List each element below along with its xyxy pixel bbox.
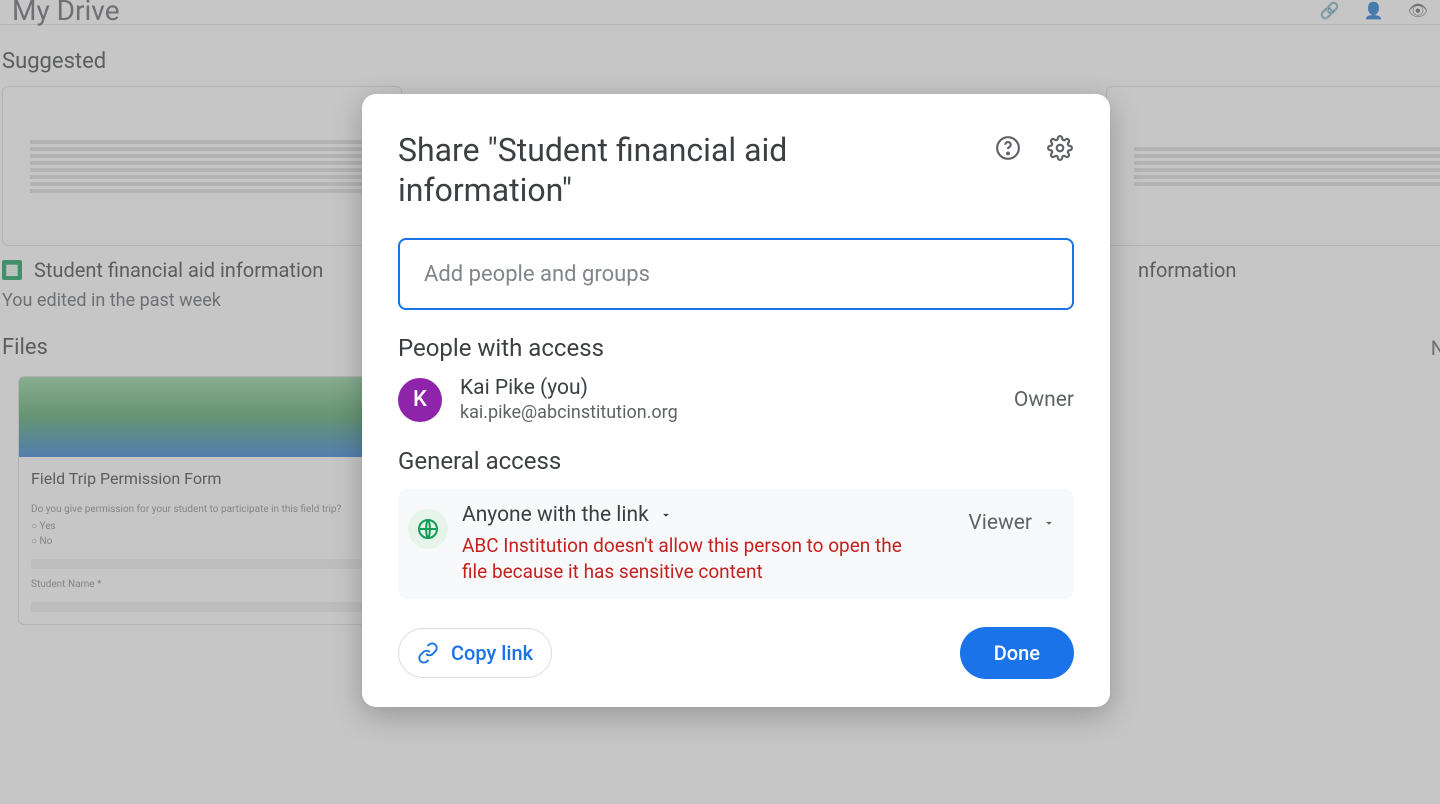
- chevron-down-icon: [1042, 516, 1056, 530]
- copy-link-button[interactable]: Copy link: [398, 628, 552, 678]
- help-icon[interactable]: [994, 134, 1022, 162]
- person-email: kai.pike@abcinstitution.org: [460, 402, 1014, 423]
- access-scope-dropdown[interactable]: Anyone with the link: [462, 503, 968, 527]
- link-icon: [417, 642, 439, 664]
- general-access-heading: General access: [398, 447, 1074, 475]
- gear-icon[interactable]: [1046, 134, 1074, 162]
- person-row: K Kai Pike (you) kai.pike@abcinstitution…: [398, 376, 1074, 423]
- done-button[interactable]: Done: [960, 627, 1074, 679]
- globe-icon: [408, 509, 448, 549]
- person-name: Kai Pike (you): [460, 376, 1014, 400]
- people-with-access-heading: People with access: [398, 334, 1074, 362]
- add-people-input[interactable]: [398, 238, 1074, 310]
- chevron-down-icon: [659, 508, 673, 522]
- general-access-row: Anyone with the link ABC Institution doe…: [398, 489, 1074, 599]
- dialog-title: Share "Student financial aid information…: [398, 130, 918, 210]
- avatar: K: [398, 378, 442, 422]
- share-dialog: Share "Student financial aid information…: [362, 94, 1110, 707]
- person-role: Owner: [1014, 388, 1074, 412]
- permission-dropdown[interactable]: Viewer: [968, 511, 1056, 535]
- access-warning: ABC Institution doesn't allow this perso…: [462, 533, 922, 585]
